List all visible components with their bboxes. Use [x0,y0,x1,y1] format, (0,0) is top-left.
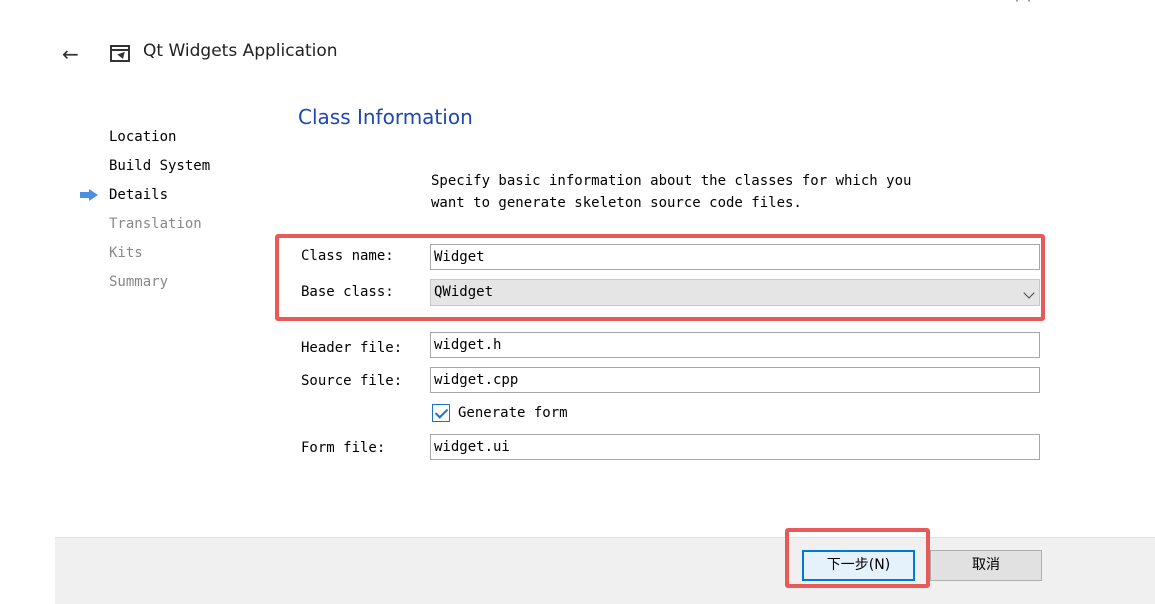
current-step-arrow-icon [80,189,98,201]
step-translation: Translation [80,214,210,243]
cancel-button[interactable]: 取消 [930,550,1042,581]
wizard-step-list: Location Build System Details Translatio… [80,127,210,301]
description-line: Specify basic information about the clas… [431,173,912,189]
step-label: Details [109,187,169,203]
step-kits: Kits [80,243,210,272]
description-line: want to generate skeleton source code fi… [431,195,802,211]
next-button-highlight [785,528,930,588]
application-window-icon [110,45,130,62]
section-description: Specify basic information about the clas… [431,170,1031,214]
step-label: Kits [109,245,143,261]
step-details: Details [80,185,210,214]
step-label: Location [109,129,177,145]
wizard-title: Qt Widgets Application [143,41,338,61]
back-arrow-icon[interactable]: ← [62,44,92,64]
section-title: Class Information [298,105,473,129]
step-label: Build System [109,158,211,174]
generate-form-option[interactable]: Generate form [432,402,568,424]
form-file-label: Form file: [301,440,386,456]
form-file-input[interactable]: widget.ui [430,434,1040,460]
step-location: Location [80,127,210,156]
header-file-input[interactable]: widget.h [430,332,1040,358]
window-close-icon[interactable] [1013,0,1037,6]
step-label: Summary [109,274,169,290]
class-fields-highlight [275,234,1045,321]
wizard-header: ← Qt Widgets Application [62,40,338,68]
header-file-label: Header file: [301,340,403,356]
generate-form-label[interactable]: Generate form [458,405,568,421]
source-file-label: Source file: [301,373,403,389]
step-summary: Summary [80,272,210,301]
source-file-input[interactable]: widget.cpp [430,367,1040,393]
step-label: Translation [109,216,202,232]
step-build-system: Build System [80,156,210,185]
generate-form-checkbox[interactable] [432,404,450,422]
